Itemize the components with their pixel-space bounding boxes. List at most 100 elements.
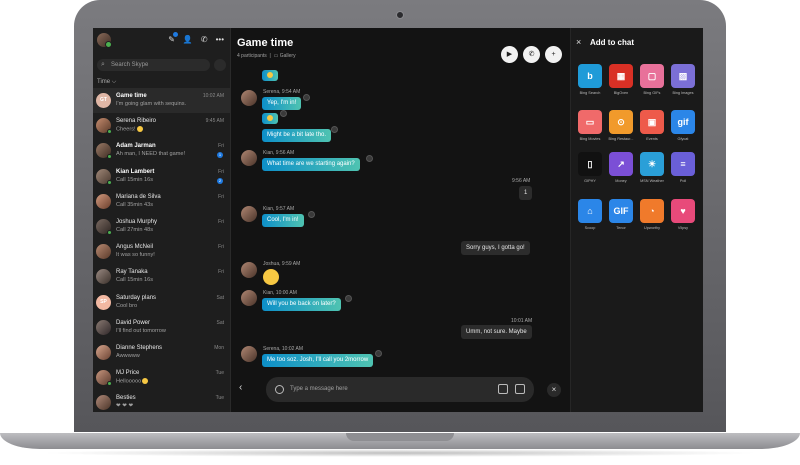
bot-label: Tenor (616, 226, 626, 230)
media-icon[interactable] (498, 384, 508, 394)
back-arrow-icon[interactable]: ‹ (239, 382, 242, 393)
my-avatar[interactable] (97, 33, 112, 48)
message-meta: Kian, 9:57 AM (263, 206, 295, 212)
bot-label: Upworthy (643, 226, 661, 230)
sort-filter[interactable]: Time ⌵ (97, 79, 116, 86)
chat-preview: Ah man, I NEED that game! (116, 151, 186, 158)
chat-item-ray[interactable]: Ray Tanaka Call 15min 16s Fri (93, 264, 230, 289)
reaction-icon[interactable] (331, 126, 338, 133)
bot-tile-tenor[interactable]: GIF (609, 199, 633, 223)
chat-item-mj[interactable]: MJ Price Hellooooo Tue (93, 365, 230, 390)
emoji-icon[interactable] (275, 385, 284, 394)
bot-icon: ▢ (647, 71, 657, 81)
bot-tile-upworthy[interactable]: ◔ (640, 199, 664, 223)
message-bubble-own[interactable]: 1 (519, 186, 533, 200)
chat-preview: ❤ ❤ ❤ (116, 403, 134, 410)
reaction-icon[interactable] (366, 155, 373, 162)
online-indicator (107, 381, 112, 387)
message-meta: Kian, 9:56 AM (263, 150, 295, 156)
message-bubble-own[interactable]: Umm, not sure. Maybe (461, 325, 532, 339)
message-bubble[interactable]: Cool, I'm in! (262, 214, 304, 227)
reaction-icon[interactable] (375, 350, 382, 357)
bot-label: Scoop (584, 226, 596, 230)
participants-link[interactable]: 4 participants (237, 53, 267, 59)
message-bubble[interactable]: What time are we starting again? (262, 158, 360, 171)
calls-icon[interactable]: ✆ (201, 35, 208, 44)
chat-item-saturday-plans[interactable]: SP Saturday plans Cool bro Sat (93, 290, 230, 315)
message-meta: Joshua, 9:59 AM (263, 261, 301, 267)
reaction-icon[interactable] (345, 295, 352, 302)
message-composer[interactable]: Type a message here (266, 377, 534, 402)
close-icon[interactable]: × (547, 383, 561, 397)
chat-item-kian[interactable]: Kian Lambert Call 15min 16s Fri 2 (93, 164, 230, 189)
avatar (96, 118, 112, 135)
chat-list: GT Game time I'm going glam with sequins… (93, 88, 230, 412)
chat-preview: Hellooooo (116, 378, 149, 385)
close-icon[interactable]: × (576, 37, 581, 47)
bot-tile-giphy[interactable]: ▯ (578, 152, 602, 176)
message-bubble[interactable]: Will you be back on later? (262, 298, 341, 311)
chat-item-besties[interactable]: Besties ❤ ❤ ❤ Tue (93, 390, 230, 412)
avatar (241, 290, 257, 306)
message-bubble[interactable]: Might be a bit late tho. (262, 129, 332, 142)
message-meta: 10:01 AM (511, 318, 533, 324)
attach-icon[interactable] (515, 384, 525, 394)
gallery-link[interactable]: Gallery (280, 53, 296, 59)
chat-item-angus[interactable]: Angus McNeil It was so funny! Fri (93, 239, 230, 264)
bot-tile-bing-gifs[interactable]: ▢ (640, 64, 664, 88)
search-input[interactable]: ⌕ Search Skype (97, 59, 210, 71)
contacts-icon[interactable]: 👤 (183, 35, 193, 44)
chat-preview: Cheers! (116, 126, 143, 133)
bot-tile-poll[interactable]: ≡ (671, 152, 695, 176)
chat-item-david[interactable]: David Power I'll find out tomorrow Sat (93, 315, 230, 340)
laptop-shadow (40, 449, 760, 457)
message-bubble-own[interactable]: Sorry guys, I gotta go! (461, 241, 530, 255)
chat-name: Ray Tanaka (116, 269, 148, 276)
chat-time: Sat (216, 294, 224, 301)
online-indicator (107, 129, 112, 135)
bot-tile-gfycat[interactable]: gif (671, 110, 695, 134)
bot-icon: ▦ (616, 71, 626, 81)
chat-item-game-time[interactable]: GT Game time I'm going glam with sequins… (93, 88, 230, 114)
reaction-icon[interactable] (280, 110, 287, 117)
chats-icon[interactable]: ✎ (168, 32, 178, 44)
reaction-icon[interactable] (308, 211, 315, 218)
bot-tile-events[interactable]: ▣ (640, 110, 664, 134)
chat-name: David Power (116, 319, 151, 326)
message-bubble[interactable]: Me too soz. Josh, I'll call you 2morrow (262, 354, 374, 367)
chat-item-adam[interactable]: Adam Jarman Ah man, I NEED that game! Fr… (93, 138, 230, 163)
audio-call-button[interactable]: ✆ (523, 46, 540, 63)
message-meta: Kian, 10:00 AM (263, 290, 297, 296)
bot-tile-scoop[interactable]: ⌂ (578, 199, 602, 223)
bot-tile-bing-restaur[interactable]: ⊙ (609, 110, 633, 134)
bot-tile-bing-movies[interactable]: ▭ (578, 110, 602, 134)
video-call-button[interactable]: ▶ (501, 46, 518, 63)
bot-tile-bigoven[interactable]: ▦ (609, 64, 633, 88)
message-meta: Serena, 10:02 AM (263, 346, 304, 352)
add-people-button[interactable]: + (545, 46, 562, 63)
chat-time: 10:02 AM (202, 93, 224, 99)
webcam (396, 11, 404, 19)
bot-tile-money[interactable]: ↗ (609, 152, 633, 176)
bot-tile-msn-weather[interactable]: ☀ (640, 152, 664, 176)
bot-tile-bing-images[interactable]: ▨ (671, 64, 695, 88)
bot-tile-vlipsy[interactable]: ♥ (671, 199, 695, 223)
avatar (241, 262, 257, 278)
sidebar: ✎ 👤 ✆ ••• ⌕ Search Skype Time ⌵ GT Game … (93, 28, 231, 412)
chat-item-joshua[interactable]: Joshua Murphy Call 27min 48s Fri (93, 214, 230, 239)
chat-item-serena[interactable]: Serena Ribeiro Cheers! 9:45 AM (93, 113, 230, 138)
message-bubble[interactable]: Yep, I'm in! (262, 97, 302, 110)
add-to-chat-panel: × Add to chat b Bing Search ▦ BigOven ▢ Bing … (570, 28, 703, 412)
bot-tile-bing-search[interactable]: b (578, 64, 602, 88)
message-meta: 9:56 AM (512, 178, 531, 184)
chat-preview: Call 35min 43s (116, 201, 153, 208)
chat-item-dianne[interactable]: Dianne Stephens Awwwww Mon (93, 340, 230, 365)
dialpad-button[interactable] (214, 59, 226, 71)
chat-item-mariana[interactable]: Mariana de Silva Call 35min 43s Fri (93, 189, 230, 214)
bot-icon: ▭ (585, 117, 595, 127)
reaction-icon[interactable] (303, 94, 310, 101)
chat-preview: Call 15min 16s (116, 277, 153, 284)
avatar (96, 168, 112, 185)
chat-name: Besties (116, 395, 136, 402)
more-icon[interactable]: ••• (216, 35, 224, 44)
